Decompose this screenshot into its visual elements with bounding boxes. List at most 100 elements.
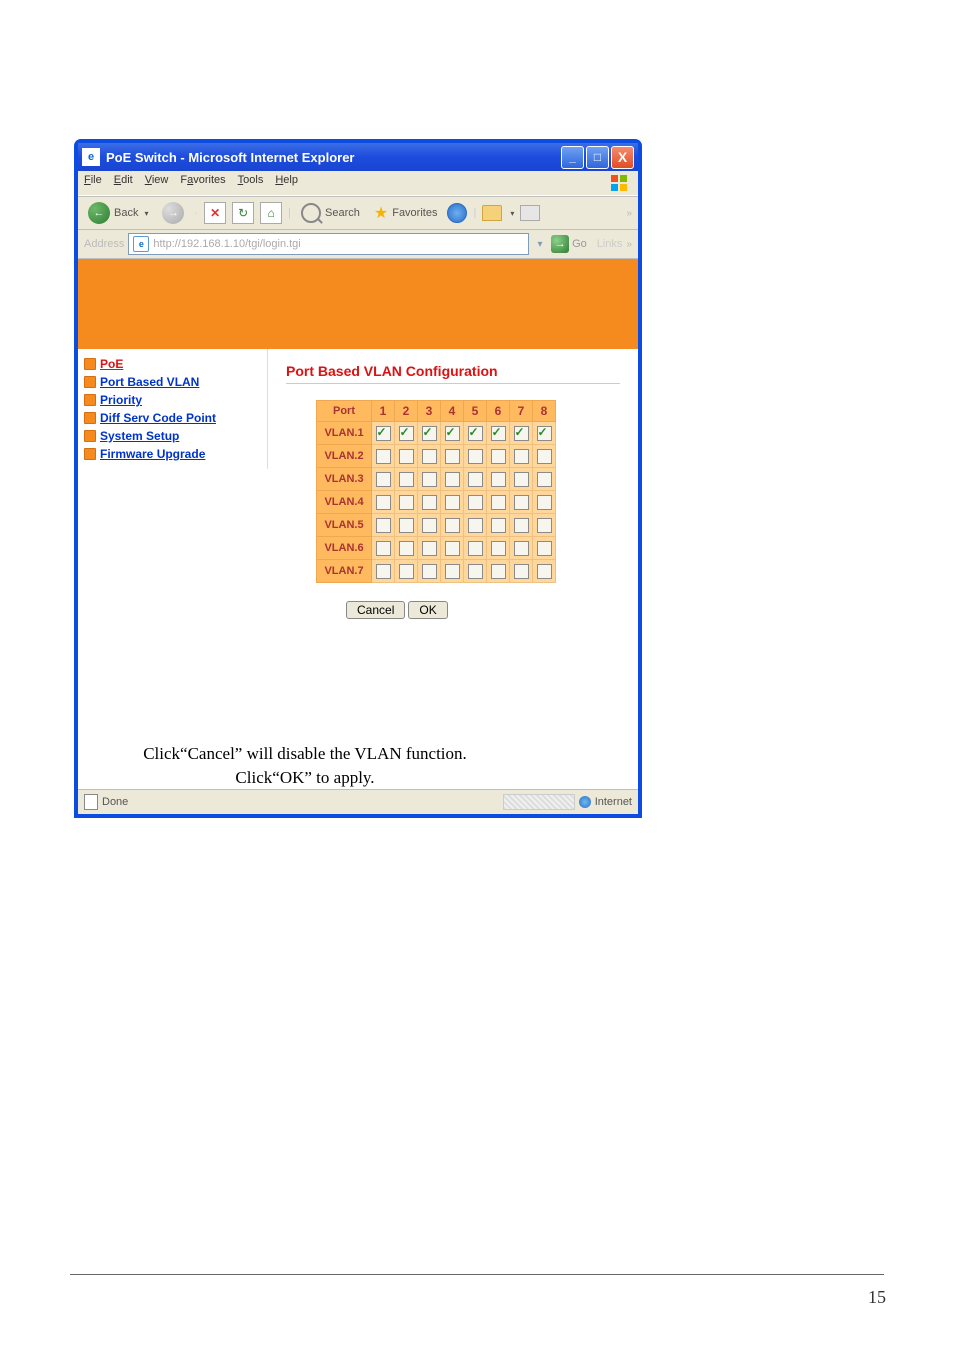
checkbox[interactable] [514, 541, 529, 556]
address-dropdown[interactable]: ▾ [533, 239, 547, 250]
go-button[interactable]: → Go [551, 235, 587, 253]
sidebar-link[interactable]: Priority [100, 393, 142, 407]
checkbox[interactable] [537, 541, 552, 556]
cancel-button[interactable]: Cancel [346, 601, 405, 619]
checkbox[interactable] [422, 518, 437, 533]
checkbox[interactable] [445, 495, 460, 510]
checkbox[interactable] [491, 518, 506, 533]
checkbox[interactable] [376, 518, 391, 533]
checkbox[interactable] [445, 518, 460, 533]
checkbox[interactable] [491, 564, 506, 579]
checkbox[interactable] [514, 426, 529, 441]
checkbox[interactable] [399, 541, 414, 556]
maximize-button[interactable]: □ [586, 146, 609, 169]
checkbox[interactable] [422, 564, 437, 579]
forward-button[interactable]: → [158, 200, 188, 226]
checkbox[interactable] [491, 449, 506, 464]
menu-tools[interactable]: Tools [238, 174, 264, 192]
stop-button[interactable]: ✕ [204, 202, 226, 224]
checkbox[interactable] [537, 518, 552, 533]
chevron-down-icon[interactable]: ▾ [510, 209, 514, 218]
checkbox[interactable] [491, 472, 506, 487]
menu-edit[interactable]: Edit [114, 174, 133, 192]
checkbox[interactable] [537, 472, 552, 487]
ok-button[interactable]: OK [408, 601, 447, 619]
checkbox[interactable] [445, 449, 460, 464]
checkbox[interactable] [468, 449, 483, 464]
vlan-cell [395, 422, 418, 445]
print-button[interactable] [520, 205, 540, 221]
menu-help[interactable]: Help [275, 174, 298, 192]
checkbox[interactable] [376, 472, 391, 487]
checkbox[interactable] [468, 495, 483, 510]
checkbox[interactable] [376, 495, 391, 510]
checkbox[interactable] [491, 495, 506, 510]
checkbox[interactable] [399, 426, 414, 441]
overflow-chevron-icon[interactable]: » [626, 239, 632, 250]
sidebar-item[interactable]: Firmware Upgrade [82, 445, 263, 463]
address-input[interactable]: e http://192.168.1.10/tgi/login.tgi [128, 233, 529, 255]
checkbox[interactable] [376, 564, 391, 579]
checkbox[interactable] [468, 564, 483, 579]
sidebar-item[interactable]: Port Based VLAN [82, 373, 263, 391]
checkbox[interactable] [491, 541, 506, 556]
sidebar-item[interactable]: Priority [82, 391, 263, 409]
checkbox[interactable] [376, 426, 391, 441]
checkbox[interactable] [468, 518, 483, 533]
sidebar-item[interactable]: Diff Serv Code Point [82, 409, 263, 427]
checkbox[interactable] [376, 541, 391, 556]
checkbox[interactable] [399, 564, 414, 579]
checkbox[interactable] [468, 472, 483, 487]
checkbox[interactable] [422, 495, 437, 510]
sidebar-link[interactable]: Port Based VLAN [100, 375, 199, 389]
back-button[interactable]: ← Back ▾ [84, 200, 152, 226]
favorites-button[interactable]: ★ Favorites [370, 201, 442, 225]
menu-file[interactable]: File [84, 174, 102, 192]
checkbox[interactable] [537, 426, 552, 441]
checkbox[interactable] [468, 426, 483, 441]
checkbox[interactable] [445, 472, 460, 487]
sidebar-link[interactable]: System Setup [100, 429, 179, 443]
checkbox[interactable] [422, 426, 437, 441]
checkbox[interactable] [468, 541, 483, 556]
checkbox[interactable] [445, 564, 460, 579]
menu-view[interactable]: View [145, 174, 169, 192]
links-button[interactable]: Links [597, 238, 623, 250]
sidebar-link[interactable]: Firmware Upgrade [100, 447, 205, 461]
checkbox[interactable] [514, 564, 529, 579]
refresh-button[interactable]: ↻ [232, 202, 254, 224]
vlan-cell [395, 537, 418, 560]
sidebar-link[interactable]: PoE [100, 357, 123, 371]
checkbox[interactable] [422, 472, 437, 487]
checkbox[interactable] [399, 472, 414, 487]
overflow-chevron-icon[interactable]: » [626, 208, 632, 219]
checkbox[interactable] [537, 449, 552, 464]
checkbox[interactable] [399, 518, 414, 533]
checkbox[interactable] [537, 495, 552, 510]
minimize-button[interactable]: _ [561, 146, 584, 169]
checkbox[interactable] [514, 472, 529, 487]
history-button[interactable] [482, 205, 502, 221]
checkbox[interactable] [514, 449, 529, 464]
checkbox[interactable] [537, 564, 552, 579]
menu-favorites[interactable]: Favorites [180, 174, 225, 192]
checkbox[interactable] [399, 449, 414, 464]
sidebar-item[interactable]: System Setup [82, 427, 263, 445]
sidebar-item[interactable]: PoE [82, 355, 263, 373]
checkbox[interactable] [376, 449, 391, 464]
search-button[interactable]: Search [297, 201, 364, 225]
checkbox[interactable] [491, 426, 506, 441]
close-button[interactable]: X [611, 146, 634, 169]
banner [78, 259, 638, 349]
checkbox[interactable] [399, 495, 414, 510]
checkbox[interactable] [514, 495, 529, 510]
checkbox[interactable] [422, 449, 437, 464]
checkbox[interactable] [514, 518, 529, 533]
checkbox[interactable] [445, 426, 460, 441]
checkbox[interactable] [445, 541, 460, 556]
media-button[interactable] [447, 203, 467, 223]
sidebar-link[interactable]: Diff Serv Code Point [100, 411, 216, 425]
chevron-down-icon[interactable]: ▾ [144, 209, 148, 218]
home-button[interactable]: ⌂ [260, 202, 282, 224]
checkbox[interactable] [422, 541, 437, 556]
